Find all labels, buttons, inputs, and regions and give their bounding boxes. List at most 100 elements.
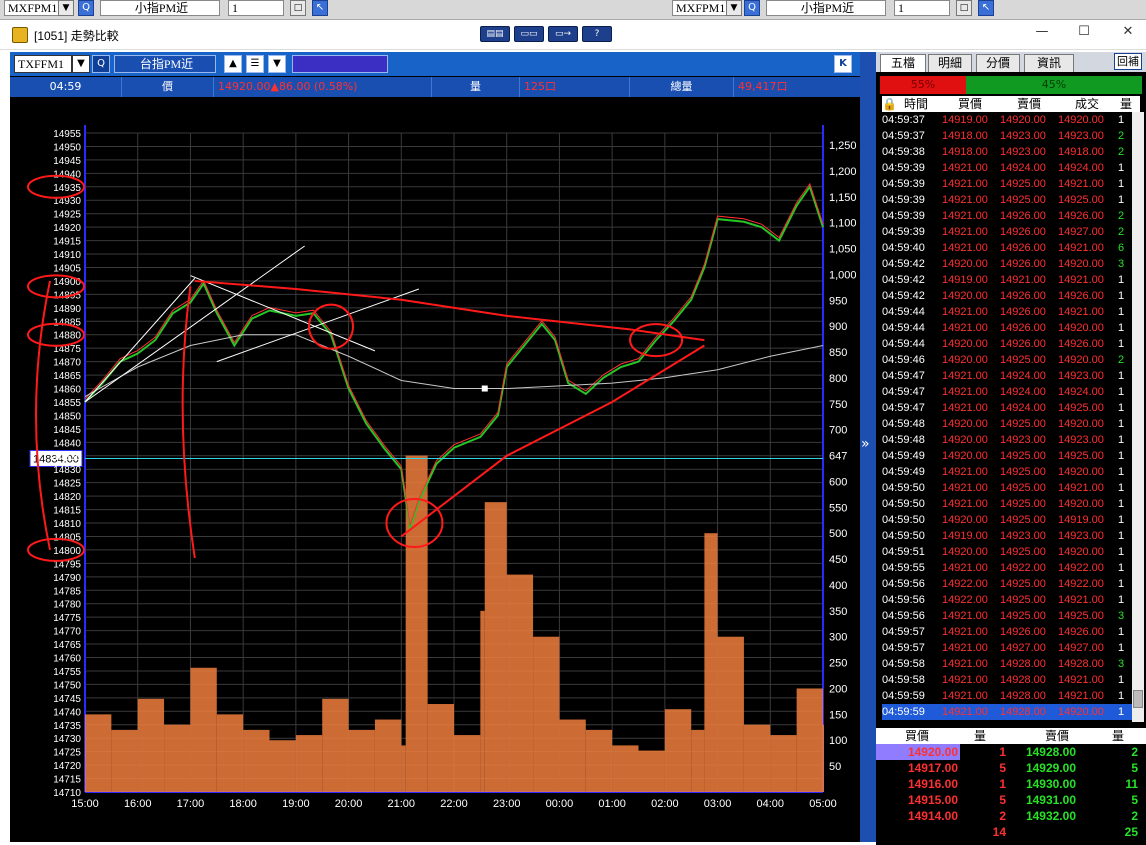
tick-trade: 14921.00 — [1058, 690, 1104, 702]
table-row[interactable]: 04:59:39 14921.00 14924.00 14924.00 1 — [882, 160, 1132, 176]
tick-bid: 14921.00 — [942, 642, 988, 654]
table-row[interactable]: 04:59:50 14920.00 14925.00 14919.00 1 — [882, 512, 1132, 528]
table-row[interactable]: 04:59:44 14921.00 14926.00 14921.00 1 — [882, 304, 1132, 320]
table-row[interactable]: 04:59:44 14920.00 14926.00 14926.00 1 — [882, 336, 1132, 352]
table-row[interactable]: 04:59:42 14919.00 14921.00 14921.00 1 — [882, 272, 1132, 288]
table-row[interactable]: 04:59:39 14921.00 14925.00 14925.00 1 — [882, 192, 1132, 208]
table-row[interactable]: 04:59:47 14921.00 14924.00 14923.00 1 — [882, 368, 1132, 384]
list-icon[interactable]: ☰ — [246, 55, 264, 73]
table-row[interactable]: 04:59:40 14921.00 14926.00 14921.00 6 — [882, 240, 1132, 256]
table-row[interactable]: 04:59:50 14919.00 14923.00 14923.00 1 — [882, 528, 1132, 544]
symbol-select[interactable]: TXFFM1 — [14, 55, 72, 73]
tick-volume: 3 — [1118, 610, 1125, 622]
maximize-button[interactable]: ☐ — [1072, 24, 1096, 39]
window-icon[interactable]: □ — [956, 0, 972, 16]
chevron-down-icon[interactable]: ▼ — [72, 55, 90, 73]
tab-order-book[interactable]: 五檔 — [880, 54, 926, 72]
chevron-down-icon[interactable]: ▼ — [268, 55, 286, 73]
minimize-button[interactable]: — — [1030, 24, 1054, 39]
table-row[interactable]: 04:59:49 14921.00 14925.00 14920.00 1 — [882, 464, 1132, 480]
table-row[interactable]: 04:59:57 14921.00 14927.00 14927.00 1 — [882, 640, 1132, 656]
table-row[interactable]: 04:59:50 14921.00 14925.00 14921.00 1 — [882, 480, 1132, 496]
table-row[interactable]: 04:59:57 14921.00 14926.00 14926.00 1 — [882, 624, 1132, 640]
price-tick-label: 14730 — [53, 734, 81, 745]
table-row[interactable]: 04:59:48 14920.00 14923.00 14923.00 1 — [882, 432, 1132, 448]
table-row[interactable]: 04:59:55 14921.00 14922.00 14922.00 1 — [882, 560, 1132, 576]
table-row[interactable]: 04:59:42 14920.00 14926.00 14926.00 1 — [882, 288, 1132, 304]
tick-time: 04:59:59 — [882, 690, 925, 702]
symbol-field[interactable]: MXFPM1 — [4, 0, 60, 16]
table-row[interactable]: 04:59:46 14920.00 14925.00 14920.00 2 — [882, 352, 1132, 368]
close-button[interactable]: ✕ — [1116, 24, 1140, 39]
tick-trade: 14920.00 — [1058, 114, 1104, 126]
help-icon[interactable]: ? — [582, 26, 612, 42]
tab-info[interactable]: 資訊 — [1024, 54, 1074, 72]
order-book-row[interactable]: 14916.00 1 14930.00 11 — [876, 776, 1146, 792]
table-row[interactable]: 04:59:56 14921.00 14925.00 14925.00 3 — [882, 608, 1132, 624]
window-titlebar[interactable]: [1051] 走勢比較 ▤▤ ▭▭ ▭→ ? — ☐ ✕ — [0, 20, 1146, 50]
layout-icon[interactable]: ▤▤ — [480, 26, 510, 42]
table-row[interactable]: 04:59:59 14921.00 14928.00 14920.00 1 — [882, 704, 1132, 720]
tick-ask: 14925.00 — [1000, 514, 1046, 526]
price-tick-label: 14850 — [53, 411, 81, 422]
table-row[interactable]: 04:59:50 14921.00 14925.00 14920.00 1 — [882, 496, 1132, 512]
intraday-chart[interactable]: 14834.0014955149501494514940149351493014… — [10, 97, 860, 842]
order-book-row[interactable]: 14920.00 1 14928.00 2 — [876, 744, 1146, 760]
chevron-down-icon[interactable]: ▼ — [58, 0, 74, 16]
table-row[interactable]: 04:59:56 14922.00 14925.00 14922.00 1 — [882, 576, 1132, 592]
compare-input[interactable] — [292, 55, 388, 73]
tick-bid: 14921.00 — [942, 482, 988, 494]
export-icon[interactable]: ▭→ — [548, 26, 578, 42]
symbol-field-2[interactable]: MXFPM1 — [672, 0, 728, 16]
refill-button[interactable]: 回補 — [1114, 53, 1142, 70]
table-row[interactable]: 04:59:51 14920.00 14925.00 14920.00 1 — [882, 544, 1132, 560]
window-icon[interactable]: □ — [290, 0, 306, 16]
k-chart-button[interactable]: K — [834, 55, 852, 73]
quantity-stepper-2[interactable]: 1 — [894, 0, 950, 16]
quantity-stepper[interactable]: 1 — [228, 0, 284, 16]
tick-time: 04:59:57 — [882, 626, 925, 638]
volume-tick-label: 1,000 — [829, 269, 857, 281]
table-row[interactable]: 04:59:39 14921.00 14925.00 14921.00 1 — [882, 176, 1132, 192]
price-tick-label: 14860 — [53, 385, 81, 396]
table-row[interactable]: 04:59:37 14919.00 14920.00 14920.00 1 — [882, 112, 1132, 128]
print-icon[interactable]: ▭▭ — [514, 26, 544, 42]
table-row[interactable]: 04:59:49 14920.00 14925.00 14925.00 1 — [882, 448, 1132, 464]
table-row[interactable]: 04:59:39 14921.00 14926.00 14926.00 2 — [882, 208, 1132, 224]
table-row[interactable]: 04:59:58 14921.00 14928.00 14928.00 3 — [882, 656, 1132, 672]
table-row[interactable]: 04:59:47 14921.00 14924.00 14924.00 1 — [882, 384, 1132, 400]
table-row[interactable]: 04:59:42 14920.00 14926.00 14920.00 3 — [882, 256, 1132, 272]
order-book-row[interactable]: 14914.00 2 14932.00 2 — [876, 808, 1146, 824]
table-row[interactable]: 04:59:39 14921.00 14926.00 14927.00 2 — [882, 224, 1132, 240]
link-icon[interactable]: ↖ — [978, 0, 994, 16]
scrollbar-thumb[interactable] — [1133, 690, 1143, 708]
table-row[interactable]: 04:59:58 14921.00 14928.00 14921.00 1 — [882, 672, 1132, 688]
search-icon[interactable]: Q — [744, 0, 760, 16]
lock-icon[interactable]: 🔒 — [882, 96, 897, 112]
bid-price: 14914.00 — [907, 809, 958, 823]
table-row[interactable]: 04:59:56 14922.00 14925.00 14921.00 1 — [882, 592, 1132, 608]
table-row[interactable]: 04:59:59 14921.00 14928.00 14921.00 1 — [882, 688, 1132, 704]
price-tick-label: 14755 — [53, 667, 81, 678]
tick-bid: 14918.00 — [942, 146, 988, 158]
search-icon[interactable]: Q — [92, 55, 110, 73]
double-chevron-right-icon[interactable]: » — [861, 436, 870, 452]
chevron-up-icon[interactable]: ▲ — [224, 55, 242, 73]
volume-bar — [454, 735, 481, 792]
tab-price-distribution[interactable]: 分價 — [976, 54, 1020, 72]
ticks-scrollbar[interactable] — [1132, 112, 1144, 722]
ticks-table[interactable]: 04:59:37 14919.00 14920.00 14920.00 1 04:59:3… — [882, 112, 1132, 722]
chevron-down-icon[interactable]: ▼ — [726, 0, 742, 16]
tab-ticks[interactable]: 明細 — [928, 54, 972, 72]
table-row[interactable]: 04:59:44 14921.00 14926.00 14920.00 1 — [882, 320, 1132, 336]
panel-splitter[interactable]: » — [860, 52, 876, 842]
table-row[interactable]: 04:59:47 14921.00 14924.00 14925.00 1 — [882, 400, 1132, 416]
tick-trade: 14918.00 — [1058, 146, 1104, 158]
table-row[interactable]: 04:59:38 14918.00 14923.00 14918.00 2 — [882, 144, 1132, 160]
search-icon[interactable]: Q — [78, 0, 94, 16]
order-book-row[interactable]: 14917.00 5 14929.00 5 — [876, 760, 1146, 776]
order-book-row[interactable]: 14915.00 5 14931.00 5 — [876, 792, 1146, 808]
table-row[interactable]: 04:59:48 14920.00 14925.00 14920.00 1 — [882, 416, 1132, 432]
link-icon[interactable]: ↖ — [312, 0, 328, 16]
table-row[interactable]: 04:59:37 14918.00 14923.00 14923.00 2 — [882, 128, 1132, 144]
